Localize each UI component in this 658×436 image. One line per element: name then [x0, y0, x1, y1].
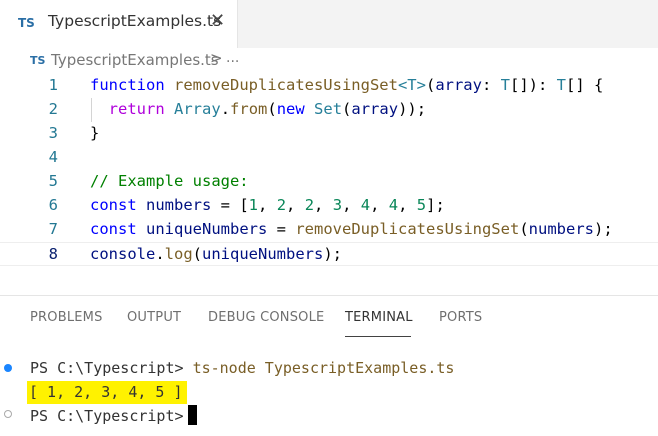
terminal[interactable]: PS C:\Typescript> ts-node TypescriptExam…	[0, 350, 658, 436]
typescript-file-icon: TS	[18, 16, 35, 30]
terminal-cursor	[187, 405, 197, 425]
line-number: 2	[48, 100, 58, 118]
active-tab-indicator	[345, 336, 411, 337]
code-text: const numbers = [1, 2, 2, 3, 4, 4, 5];	[90, 196, 445, 214]
tab-filename: TypescriptExamples.ts	[48, 12, 222, 30]
code-line-current: 8 console.log(uniqueNumbers);	[0, 242, 658, 266]
editor-tab-bar: TS TypescriptExamples.ts ✕	[0, 0, 658, 48]
code-line: 4	[0, 146, 658, 170]
line-number: 7	[48, 220, 58, 238]
code-line: 5 // Example usage:	[0, 170, 658, 194]
line-number: 4	[48, 148, 58, 166]
line-number: 3	[48, 124, 58, 142]
prompt: PS C:\Typescript>	[30, 407, 184, 425]
code-line: 7 const uniqueNumbers = removeDuplicates…	[0, 218, 658, 242]
code-line: 3 }	[0, 122, 658, 146]
line-number: 6	[48, 196, 58, 214]
line-number: 8	[48, 245, 58, 263]
terminal-line: PS C:\Typescript> ts-node TypescriptExam…	[0, 356, 658, 380]
terminal-prompt-line: PS C:\Typescript>	[30, 405, 197, 425]
code-line: 6 const numbers = [1, 2, 2, 3, 4, 4, 5];	[0, 194, 658, 218]
code-text: }	[90, 124, 100, 142]
output-highlight: [ 1, 2, 3, 4, 5 ]	[27, 381, 187, 404]
typescript-file-icon: TS	[30, 54, 46, 67]
tab-debug-console[interactable]: DEBUG CONSOLE	[208, 310, 324, 325]
tab-output[interactable]: OUTPUT	[127, 310, 181, 325]
tab-ports[interactable]: PORTS	[439, 310, 482, 325]
panel-tab-bar: PROBLEMS OUTPUT DEBUG CONSOLE TERMINAL P…	[0, 296, 658, 340]
code-line: 1 function removeDuplicatesUsingSet<T>(a…	[0, 74, 658, 98]
code-text: const uniqueNumbers = removeDuplicatesUs…	[90, 220, 613, 238]
breadcrumb-more[interactable]: ...	[226, 50, 239, 66]
prompt: PS C:\Typescript>	[30, 359, 184, 377]
code-text: function removeDuplicatesUsingSet<T>(arr…	[90, 76, 604, 94]
terminal-line: PS C:\Typescript>	[0, 402, 658, 426]
breadcrumb-file[interactable]: TypescriptExamples.ts	[51, 51, 219, 69]
command-decoration-icon[interactable]	[4, 364, 12, 372]
code-text: return Array.from(new Set(array));	[108, 100, 427, 118]
code-comment: // Example usage:	[90, 172, 249, 190]
tab-terminal[interactable]: TERMINAL	[345, 310, 413, 325]
code-text: console.log(uniqueNumbers);	[90, 245, 343, 263]
command-decoration-icon[interactable]	[4, 410, 12, 418]
line-number: 1	[48, 76, 58, 94]
code-line: 2 return Array.from(new Set(array));	[0, 98, 658, 122]
terminal-command-line: PS C:\Typescript> ts-node TypescriptExam…	[30, 359, 454, 377]
code-editor[interactable]: 1 function removeDuplicatesUsingSet<T>(a…	[0, 74, 658, 294]
line-number: 5	[48, 172, 58, 190]
command: ts-node TypescriptExamples.ts	[192, 359, 455, 377]
breadcrumb: TS TypescriptExamples.ts > ...	[0, 48, 658, 74]
terminal-output-line: [ 1, 2, 3, 4, 5 ]	[27, 381, 187, 404]
close-icon[interactable]: ✕	[210, 10, 225, 31]
tab-problems[interactable]: PROBLEMS	[30, 310, 103, 325]
tab-typescript-examples[interactable]: TS TypescriptExamples.ts ✕	[0, 0, 238, 48]
indent-guide	[91, 98, 92, 122]
terminal-line: [ 1, 2, 3, 4, 5 ]	[0, 380, 658, 404]
chevron-right-icon: >	[210, 49, 223, 67]
